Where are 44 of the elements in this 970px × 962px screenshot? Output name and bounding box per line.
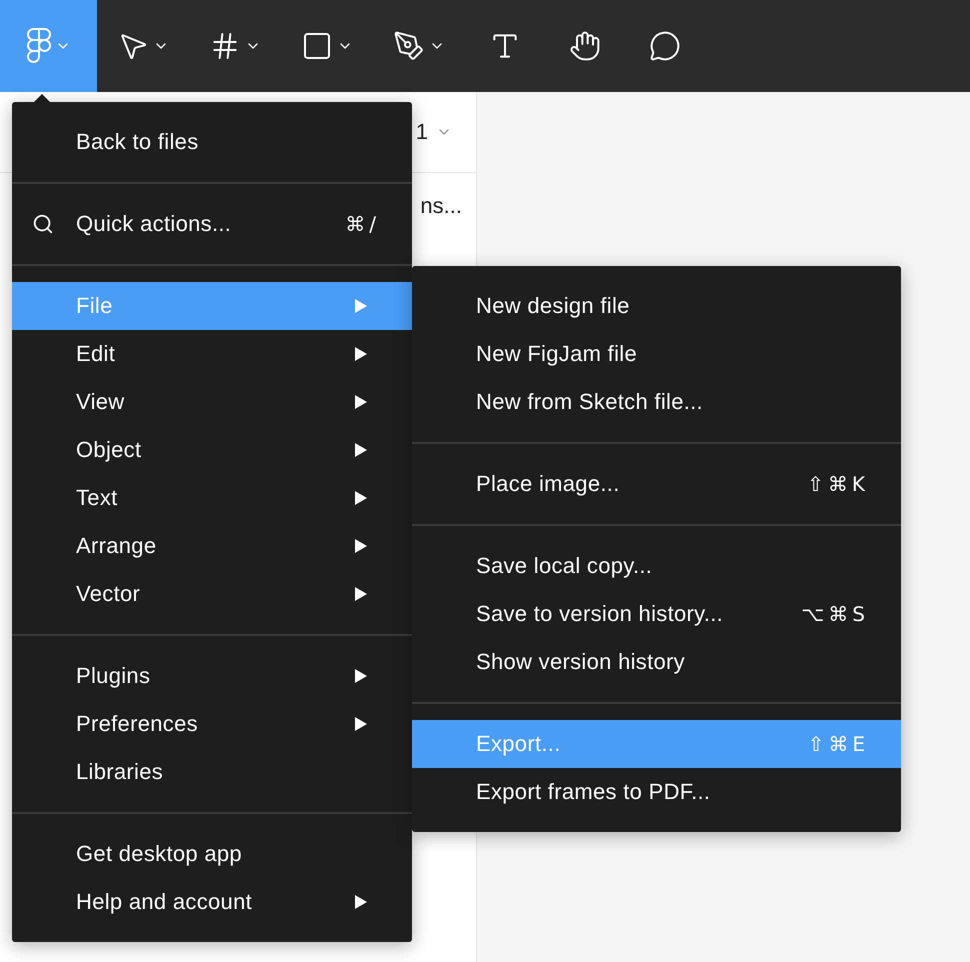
square-icon: [301, 30, 333, 62]
menu-item[interactable]: Export frames to PDF...: [412, 768, 901, 816]
menu-item[interactable]: Edit: [12, 330, 412, 378]
submenu-arrow-icon: [354, 299, 368, 313]
menu-item[interactable]: Show version history: [412, 638, 901, 686]
menu-item[interactable]: Preferences: [12, 700, 412, 748]
submenu-arrow-icon: [354, 669, 368, 683]
submenu-arrow-icon: [354, 717, 368, 731]
menu-item[interactable]: Object: [12, 426, 412, 474]
menu-item[interactable]: Save local copy...: [412, 542, 901, 590]
page-label: 1: [416, 119, 428, 145]
menu-item[interactable]: Place image... ⇧⌘K: [412, 460, 901, 508]
menu-item[interactable]: New from Sketch file...: [412, 378, 901, 426]
menu-item[interactable]: Help and account: [12, 878, 412, 926]
menu-item[interactable]: Back to files: [12, 118, 412, 166]
layer-label: ns...: [420, 193, 462, 219]
menu-item[interactable]: Text: [12, 474, 412, 522]
menu-item[interactable]: View: [12, 378, 412, 426]
menu-item[interactable]: Arrange: [12, 522, 412, 570]
shortcut-label: ⇧⌘E: [808, 732, 869, 756]
submenu-arrow-icon: [354, 895, 368, 909]
submenu-arrow-icon: [354, 587, 368, 601]
menu-item[interactable]: New FigJam file: [412, 330, 901, 378]
submenu-arrow-icon: [354, 443, 368, 457]
menu-item[interactable]: Libraries: [12, 748, 412, 796]
shortcut-label: ⇧⌘K: [807, 472, 869, 496]
search-icon: [32, 213, 54, 235]
menu-item[interactable]: Quick actions... ⌘/: [12, 200, 412, 248]
figma-logo-icon: [26, 28, 50, 64]
menu-item[interactable]: Plugins: [12, 652, 412, 700]
menu-item[interactable]: Save to version history... ⌥⌘S: [412, 590, 901, 638]
menu-item[interactable]: Get desktop app: [12, 830, 412, 878]
hand-icon: [569, 30, 601, 62]
submenu-arrow-icon: [354, 539, 368, 553]
submenu-arrow-icon: [354, 395, 368, 409]
comment-icon: [649, 30, 681, 62]
menu-item[interactable]: New design file: [412, 282, 901, 330]
main-menu-button[interactable]: [0, 0, 97, 92]
menu-item[interactable]: Vector: [12, 570, 412, 618]
submenu-arrow-icon: [354, 347, 368, 361]
shortcut-label: ⌥⌘S: [801, 602, 869, 626]
shortcut-label: ⌘/: [345, 212, 380, 236]
submenu-arrow-icon: [354, 491, 368, 505]
pen-icon: [393, 30, 425, 62]
